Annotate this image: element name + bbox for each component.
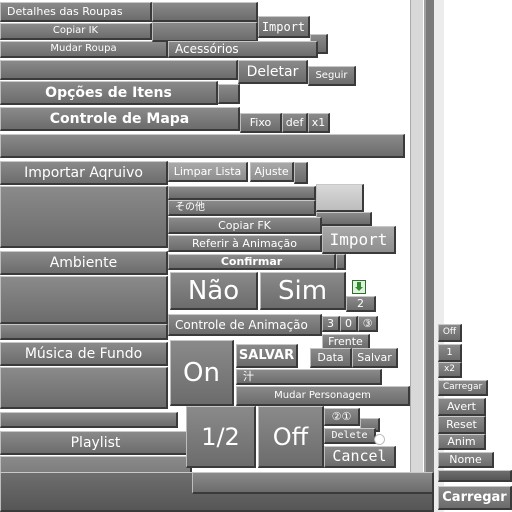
clothes-details-button[interactable]: Detalhes das Roupas: [0, 2, 152, 22]
save-big-button[interactable]: SALVAR: [236, 344, 298, 368]
left-panel-block-3: [0, 367, 168, 409]
anim-button[interactable]: Anim: [438, 434, 486, 450]
mid-bar-2: [294, 162, 308, 184]
zero-button[interactable]: 0: [340, 316, 358, 332]
cancel-button[interactable]: Cancel: [324, 446, 396, 468]
off-big-button[interactable]: Off: [258, 406, 324, 468]
mid-bar-4: [336, 254, 346, 270]
import-small-button[interactable]: Import: [258, 16, 310, 38]
accessories-button[interactable]: Acessórios: [168, 41, 318, 58]
fixed-button[interactable]: Fixo: [240, 113, 282, 133]
copy-fk-button[interactable]: Copiar FK: [168, 217, 322, 234]
mid-bar-1: [218, 84, 240, 104]
follow-button[interactable]: Seguir: [308, 66, 356, 86]
import-file-button[interactable]: Importar Aqruivo: [0, 161, 168, 185]
three-button[interactable]: 3: [322, 316, 340, 332]
clear-list-button[interactable]: Limpar Lista: [168, 162, 248, 182]
top-bar-2: [152, 22, 258, 42]
download-icon[interactable]: [352, 280, 366, 294]
right-load-small-button[interactable]: Carregar: [438, 380, 488, 396]
change-character-button[interactable]: Mudar Personagem: [236, 386, 410, 406]
def-button[interactable]: def: [282, 113, 308, 133]
left-panel-block-2: [0, 276, 168, 324]
empty-left-button-2[interactable]: [0, 134, 405, 158]
right-x2-button[interactable]: x2: [438, 362, 462, 378]
animation-control-button[interactable]: Controle de Animação: [168, 314, 322, 336]
avert-button[interactable]: Avert: [438, 398, 486, 416]
right-bottom-bar: [438, 470, 512, 482]
save-small-button[interactable]: Salvar: [352, 348, 398, 368]
empty-left-button-4[interactable]: [0, 412, 178, 428]
x1-button[interactable]: x1: [308, 113, 330, 133]
name-button[interactable]: Nome: [438, 452, 494, 468]
change-clothes-button[interactable]: Mudar Roupa: [0, 41, 168, 58]
scroll-track[interactable]: [410, 0, 423, 512]
panel-row-1: [168, 186, 316, 200]
load-button[interactable]: Carregar: [438, 486, 512, 510]
import-big-button[interactable]: Import: [322, 226, 396, 254]
environment-button[interactable]: Ambiente: [0, 251, 168, 275]
left-panel-block-1: [0, 186, 168, 248]
circled-2-1-button[interactable]: ②①: [324, 408, 360, 426]
item-options-button[interactable]: Opções de Itens: [0, 81, 218, 105]
num-2-button[interactable]: 2: [346, 296, 376, 312]
yes-button[interactable]: Sim: [260, 272, 346, 310]
status-dot: [374, 434, 385, 445]
half-button[interactable]: 1/2: [186, 406, 256, 468]
right-one-button[interactable]: 1: [438, 344, 462, 362]
bottom-bar-top: [192, 472, 434, 494]
delete-small-button[interactable]: Delete: [324, 428, 376, 444]
delete-button[interactable]: Deletar: [238, 60, 308, 84]
confirm-button[interactable]: Confirmar: [168, 254, 336, 270]
empty-left-button-3[interactable]: [0, 324, 168, 340]
jp-char-button[interactable]: 汁: [236, 369, 382, 385]
pale-button[interactable]: [316, 184, 364, 212]
no-button[interactable]: Não: [170, 272, 258, 310]
map-control-button[interactable]: Controle de Mapa: [0, 107, 240, 131]
refer-animation-button[interactable]: Referir à Animação: [168, 235, 322, 252]
mid-bar-3: [316, 212, 372, 226]
on-button[interactable]: On: [170, 340, 234, 406]
background-music-button[interactable]: Música de Fundo: [0, 342, 168, 366]
adjust-button[interactable]: Ajuste: [250, 162, 294, 182]
reset-button[interactable]: Reset: [438, 416, 486, 434]
top-bar-1: [152, 2, 258, 22]
copy-ik-button[interactable]: Copiar IK: [0, 23, 152, 40]
playlist-button[interactable]: Playlist: [0, 431, 192, 455]
other-jp-button[interactable]: その他: [168, 200, 316, 216]
data-button[interactable]: Data: [310, 348, 352, 368]
empty-left-button-1[interactable]: [0, 60, 238, 80]
right-off-button[interactable]: Off: [438, 324, 462, 342]
three-circled-button[interactable]: ③: [358, 316, 378, 332]
